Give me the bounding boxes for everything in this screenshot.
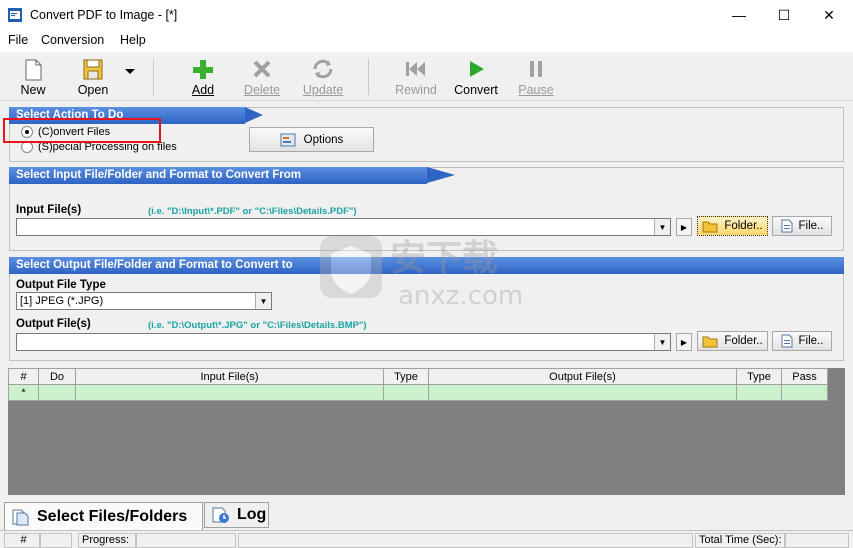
folder-icon xyxy=(702,221,718,233)
dropdown-arrow-icon xyxy=(125,69,135,74)
column-header-output-files[interactable]: Output File(s) xyxy=(428,368,737,385)
table-cell[interactable] xyxy=(383,384,429,401)
refresh-icon xyxy=(313,59,333,79)
column-header-input-files[interactable]: Input File(s) xyxy=(75,368,384,385)
minimize-button[interactable]: — xyxy=(716,0,762,30)
update-button[interactable]: Update xyxy=(298,55,348,99)
annotation-highlight-box xyxy=(3,118,161,143)
column-header-do[interactable]: Do xyxy=(38,368,76,385)
files-icon xyxy=(12,509,29,525)
input-hint: (i.e. "D:\Input\*.PDF" or "C:\Files\Deta… xyxy=(148,206,357,217)
title-bar: Convert PDF to Image - [*] — ☐ ✕ xyxy=(0,0,853,30)
column-header-number[interactable]: # xyxy=(8,368,39,385)
status-message xyxy=(238,533,693,548)
chevron-down-icon[interactable]: ▼ xyxy=(255,293,271,309)
status-total-time-value xyxy=(785,533,849,548)
table-cell[interactable] xyxy=(75,384,384,401)
convert-button[interactable]: Convert xyxy=(452,55,500,99)
toolbar: New Open Add Delete Update Rewind Conver… xyxy=(0,53,853,101)
folder-icon xyxy=(702,336,718,348)
watermark-logo: 安下载 anxz.com xyxy=(320,236,523,310)
table-cell[interactable] xyxy=(736,384,782,401)
maximize-button[interactable]: ☐ xyxy=(761,0,807,30)
output-files-combo[interactable]: ▼ xyxy=(16,333,671,351)
input-folder-button[interactable]: Folder.. xyxy=(697,216,768,236)
column-header-pass[interactable]: Pass xyxy=(781,368,828,385)
status-count: # xyxy=(4,533,40,548)
table-cell[interactable] xyxy=(781,384,828,401)
grid-new-row[interactable]: * xyxy=(8,384,828,401)
close-button[interactable]: ✕ xyxy=(806,0,852,30)
table-cell[interactable] xyxy=(428,384,737,401)
status-bar: # Progress: Total Time (Sec): xyxy=(0,530,853,548)
delete-button[interactable]: Delete xyxy=(240,55,284,99)
app-icon xyxy=(8,8,22,22)
file-grid[interactable]: # Do Input File(s) Type Output File(s) T… xyxy=(8,368,845,495)
options-icon xyxy=(280,133,296,146)
plus-icon xyxy=(193,60,213,79)
input-go-button[interactable]: ▶ xyxy=(676,218,692,236)
column-header-output-type[interactable]: Type xyxy=(736,368,782,385)
play-arrow-icon: ▶ xyxy=(680,222,688,232)
output-go-button[interactable]: ▶ xyxy=(676,333,692,351)
svg-text:安下载: 安下载 xyxy=(390,238,498,279)
menu-bar: File Conversion Help xyxy=(0,30,853,52)
delete-x-icon xyxy=(253,60,271,78)
menu-file[interactable]: File xyxy=(8,33,28,47)
options-button[interactable]: Options xyxy=(249,127,374,152)
toolbar-separator xyxy=(153,59,154,95)
rewind-icon xyxy=(406,62,425,76)
input-file-button[interactable]: File.. xyxy=(772,216,832,236)
tab-strip: Select Files/Folders Log xyxy=(0,500,853,530)
table-cell[interactable] xyxy=(38,384,76,401)
column-header-input-type[interactable]: Type xyxy=(383,368,429,385)
rewind-button[interactable]: Rewind xyxy=(392,55,440,99)
new-row-marker: * xyxy=(8,384,39,401)
progress-bar xyxy=(136,533,236,548)
svg-text:anxz.com: anxz.com xyxy=(398,281,523,310)
chevron-down-icon[interactable]: ▼ xyxy=(654,334,670,350)
open-dropdown[interactable] xyxy=(120,55,140,99)
open-button[interactable]: Open xyxy=(70,55,116,99)
tab-select-files[interactable]: Select Files/Folders xyxy=(4,502,203,530)
tab-log[interactable]: Log xyxy=(204,502,269,528)
status-total-time-label: Total Time (Sec): xyxy=(695,533,785,548)
close-icon: ✕ xyxy=(823,6,835,23)
input-files-label: Input File(s) xyxy=(16,204,82,216)
minimize-icon: — xyxy=(732,7,746,23)
output-file-button[interactable]: File.. xyxy=(772,331,832,351)
new-button[interactable]: New xyxy=(12,55,54,99)
output-files-label: Output File(s) xyxy=(16,318,91,330)
file-icon xyxy=(781,219,793,233)
save-disk-icon xyxy=(83,59,103,80)
output-folder-button[interactable]: Folder.. xyxy=(697,331,768,351)
add-button[interactable]: Add xyxy=(182,55,224,99)
output-type-label: Output File Type xyxy=(16,279,106,291)
input-section-header: Select Input File/Folder and Format to C… xyxy=(9,167,844,184)
play-arrow-icon: ▶ xyxy=(680,337,688,347)
output-hint: (i.e. "D:\Output\*.JPG" or "C:\Files\Det… xyxy=(148,320,367,331)
status-count-value xyxy=(40,533,72,548)
chevron-down-icon[interactable]: ▼ xyxy=(654,219,670,235)
pause-button[interactable]: Pause xyxy=(515,55,557,99)
grid-header-row: # Do Input File(s) Type Output File(s) T… xyxy=(8,368,828,385)
file-icon xyxy=(781,334,793,348)
play-icon xyxy=(470,61,484,77)
new-document-icon xyxy=(25,59,42,81)
toolbar-separator xyxy=(368,59,369,95)
pause-icon xyxy=(530,61,542,77)
maximize-icon: ☐ xyxy=(777,6,791,23)
window-title: Convert PDF to Image - [*] xyxy=(30,8,178,22)
menu-help[interactable]: Help xyxy=(120,33,146,47)
status-progress-label: Progress: xyxy=(78,533,136,548)
menu-conversion[interactable]: Conversion xyxy=(41,33,104,47)
output-type-select[interactable]: [1] JPEG (*.JPG) ▼ xyxy=(16,292,272,310)
log-clock-icon xyxy=(212,507,229,523)
